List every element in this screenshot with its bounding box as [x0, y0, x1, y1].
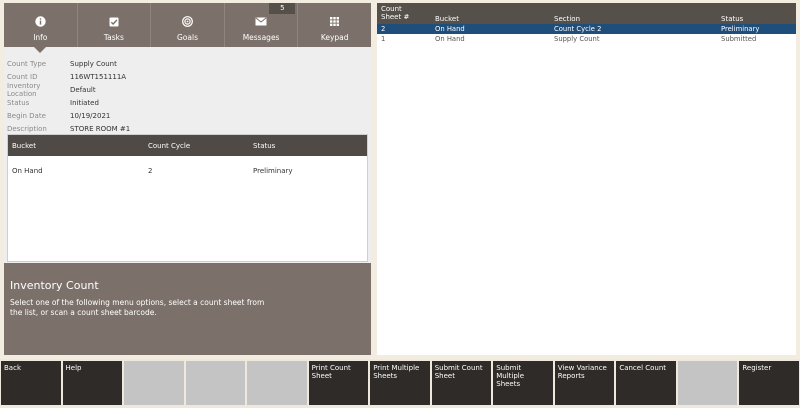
goals-icon [182, 16, 193, 27]
cell-bucket: On Hand [435, 25, 465, 33]
info-row-begin-date: Begin Date 10/19/2021 [7, 109, 367, 122]
envelope-icon [255, 17, 267, 26]
table-row[interactable]: On Hand 2 Preliminary [8, 156, 367, 186]
cell-status: Preliminary [721, 25, 760, 33]
back-button[interactable]: Back [1, 361, 61, 405]
column-header-status: Status [253, 141, 276, 150]
column-header-section: Section [554, 15, 581, 23]
message-count-badge: 5 [269, 3, 296, 14]
view-variance-reports-button[interactable]: View Variance Reports [554, 361, 615, 405]
info-value: 116WT151111A [70, 72, 127, 81]
tab-messages-label: Messages [242, 33, 280, 42]
disabled-button-2 [185, 361, 246, 405]
table-row[interactable]: 1 On Hand Supply Count Submitted [377, 34, 796, 44]
cell-section: Count Cycle 2 [554, 25, 602, 33]
info-label: Begin Date [7, 111, 46, 120]
print-count-sheet-button[interactable]: Print Count Sheet [308, 361, 369, 405]
cell-bucket: On Hand [435, 35, 465, 43]
cancel-count-button[interactable]: Cancel Count [616, 361, 676, 405]
info-label: Description [7, 124, 47, 133]
column-header-bucket: Bucket [435, 15, 459, 23]
info-label: Status [7, 98, 30, 107]
count-info: Count Type Supply Count Count ID 116WT15… [7, 57, 367, 135]
table-row[interactable]: 2 On Hand Count Cycle 2 Preliminary [377, 24, 796, 34]
cell-sheet-number: 2 [381, 25, 386, 33]
submit-count-sheet-button[interactable]: Submit Count Sheet [431, 361, 492, 405]
info-value: Initiated [70, 98, 99, 107]
cell-count-cycle: 2 [148, 167, 153, 175]
info-value: Default [70, 85, 96, 94]
tab-goals-label: Goals [176, 33, 198, 42]
prompt-title: Inventory Count [10, 279, 99, 292]
info-value: 10/19/2021 [70, 111, 111, 120]
tab-tasks[interactable]: Tasks [78, 3, 152, 47]
cell-status: Submitted [721, 35, 757, 43]
disabled-button-1 [124, 361, 184, 405]
prompt-box: Inventory Count Select one of the follow… [4, 263, 371, 355]
count-sheets-header: Count Sheet # Bucket Section Status [377, 3, 796, 24]
info-label: Inventory Location [7, 81, 41, 98]
info-value: Supply Count [70, 59, 117, 68]
cell-sheet-number: 1 [381, 35, 386, 43]
submit-multiple-sheets-button[interactable]: Submit Multiple Sheets [493, 361, 553, 405]
tab-keypad-label: Keypad [320, 33, 349, 42]
left-panel: Info Tasks Goals 5 Messages Keypad Count… [4, 3, 371, 355]
tab-tasks-label: Tasks [103, 33, 124, 42]
info-label: Count Type [7, 59, 47, 68]
tab-goals[interactable]: Goals [151, 3, 225, 47]
tab-info[interactable]: Info [4, 3, 78, 53]
prompt-text: Select one of the following menu options… [10, 298, 265, 317]
bucket-table-header: Bucket Count Cycle Status [8, 135, 367, 156]
info-row-inventory-location: Inventory Location Default [7, 81, 367, 98]
blank-button [677, 361, 738, 405]
info-row-count-type: Count Type Supply Count [7, 57, 367, 70]
column-header-count-cycle: Count Cycle [148, 141, 191, 150]
cell-section: Supply Count [554, 35, 600, 43]
help-button[interactable]: Help [62, 361, 123, 405]
tab-bar: Info Tasks Goals 5 Messages Keypad [4, 3, 371, 53]
info-row-status: Status Initiated [7, 96, 367, 109]
column-header-status: Status [721, 15, 744, 23]
column-header-count-sheet: Count Sheet # [381, 5, 410, 21]
tab-messages[interactable]: 5 Messages [225, 3, 299, 47]
register-button[interactable]: Register [739, 361, 799, 405]
cell-status: Preliminary [253, 167, 293, 175]
disabled-button-3 [247, 361, 307, 405]
tab-keypad[interactable]: Keypad [298, 3, 371, 47]
tasks-icon [109, 17, 119, 26]
count-sheets-panel: Count Sheet # Bucket Section Status 2 On… [377, 3, 796, 355]
bucket-table: Bucket Count Cycle Status On Hand 2 Prel… [7, 134, 368, 262]
function-button-bar: Back Help Print Count Sheet Print Multip… [0, 359, 800, 408]
keypad-icon [330, 17, 340, 26]
column-header-bucket: Bucket [12, 141, 36, 150]
print-multiple-sheets-button[interactable]: Print Multiple Sheets [370, 361, 430, 405]
cell-bucket: On Hand [12, 167, 43, 175]
info-value: STORE ROOM #1 [70, 124, 131, 133]
tab-info-label: Info [33, 33, 48, 42]
info-icon [35, 16, 46, 27]
info-label: Count ID [7, 72, 38, 81]
